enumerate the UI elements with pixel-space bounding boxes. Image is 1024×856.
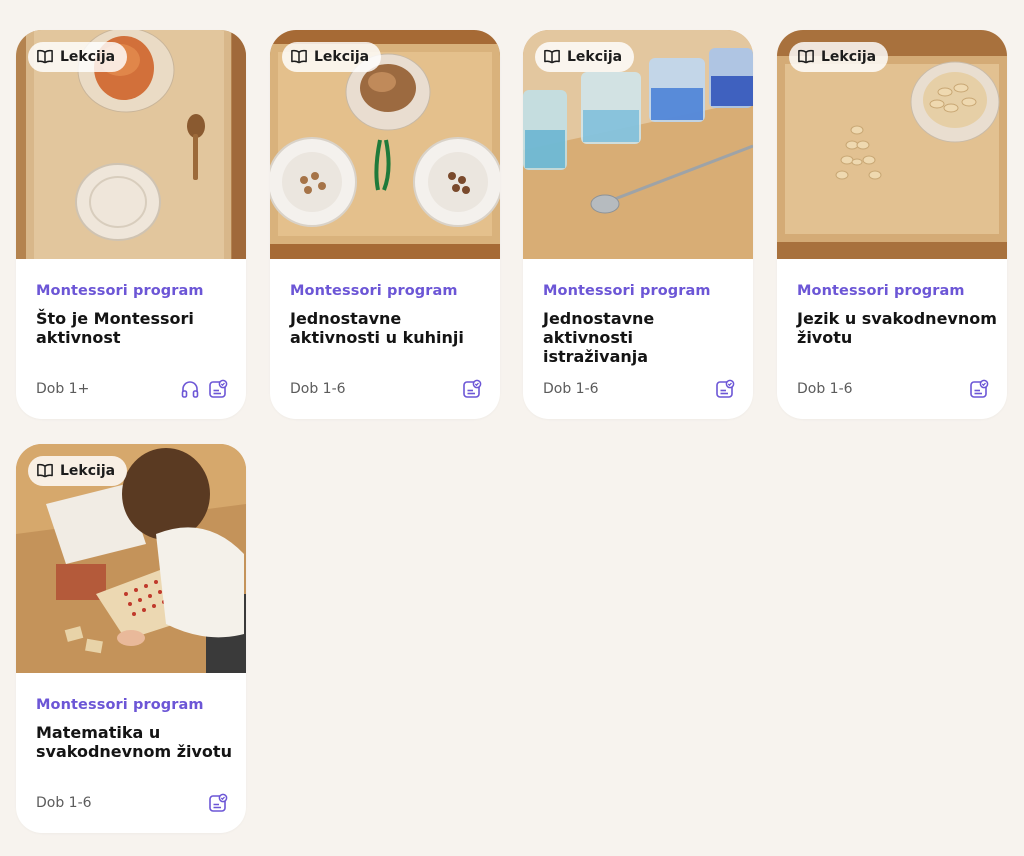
lesson-card[interactable]: Lekcija Montessori program Jezik u svako…	[777, 30, 1007, 419]
badge-label: Lekcija	[567, 49, 623, 65]
lesson-check-icon	[462, 379, 482, 399]
lesson-thumbnail: Lekcija	[777, 30, 1007, 259]
lesson-category: Montessori program	[797, 283, 965, 299]
lesson-age: Dob 1-6	[543, 381, 599, 397]
lesson-check-icon	[969, 379, 989, 399]
lesson-badge: Lekcija	[535, 42, 635, 72]
lesson-card[interactable]: Lekcija Montessori program Matematika u …	[16, 444, 246, 833]
lesson-category: Montessori program	[36, 283, 204, 299]
lesson-age: Dob 1+	[36, 381, 90, 397]
lesson-category: Montessori program	[290, 283, 458, 299]
lesson-age: Dob 1-6	[290, 381, 346, 397]
lesson-thumbnail: Lekcija	[523, 30, 753, 259]
lesson-badge: Lekcija	[282, 42, 382, 72]
lesson-card[interactable]: Lekcija Montessori program Što je Montes…	[16, 30, 246, 419]
book-icon	[36, 49, 54, 65]
lesson-check-icon	[208, 379, 228, 399]
lesson-card[interactable]: Lekcija Montessori program Jednostavne a…	[523, 30, 753, 419]
lesson-title: Jezik u svakodnevnom životu	[797, 309, 997, 347]
lesson-title: Jednostavne aktivnosti istraživanja	[543, 309, 655, 366]
lesson-thumbnail: Lekcija	[16, 30, 246, 259]
lesson-card[interactable]: Lekcija Montessori program Jednostavne a…	[270, 30, 500, 419]
lesson-category: Montessori program	[543, 283, 711, 299]
lesson-thumbnail: Lekcija	[16, 444, 246, 673]
lesson-title: Jednostavne aktivnosti u kuhinji	[290, 309, 464, 347]
lesson-badge: Lekcija	[28, 456, 128, 486]
lesson-badge: Lekcija	[28, 42, 128, 72]
book-icon	[290, 49, 308, 65]
lesson-check-icon	[715, 379, 735, 399]
lesson-title: Što je Montessori aktivnost	[36, 309, 194, 347]
lesson-check-icon	[208, 793, 228, 813]
lesson-category: Montessori program	[36, 697, 204, 713]
lesson-thumbnail: Lekcija	[270, 30, 500, 259]
badge-label: Lekcija	[60, 463, 116, 479]
badge-label: Lekcija	[60, 49, 116, 65]
badge-label: Lekcija	[314, 49, 370, 65]
lesson-badge: Lekcija	[789, 42, 889, 72]
badge-label: Lekcija	[821, 49, 877, 65]
book-icon	[36, 463, 54, 479]
book-icon	[797, 49, 815, 65]
lesson-age: Dob 1-6	[797, 381, 853, 397]
headphones-icon	[180, 379, 200, 399]
lesson-age: Dob 1-6	[36, 795, 92, 811]
book-icon	[543, 49, 561, 65]
lesson-title: Matematika u svakodnevnom životu	[36, 723, 232, 761]
